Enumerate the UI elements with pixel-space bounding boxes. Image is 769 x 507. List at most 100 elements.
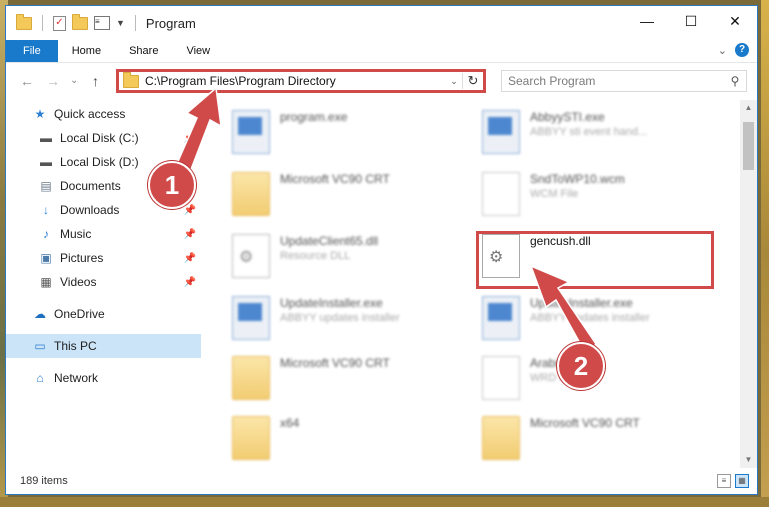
sidebar-item-label: Pictures — [60, 251, 104, 265]
minimize-button[interactable]: — — [625, 6, 669, 36]
customize-icon[interactable]: ≡ — [94, 16, 110, 30]
pin-icon[interactable]: 📌 — [184, 229, 196, 240]
star-icon: ★ — [34, 107, 46, 121]
tab-file[interactable]: File — [6, 40, 58, 62]
folder-icon — [16, 13, 32, 30]
pin-icon[interactable]: 📌 — [184, 133, 196, 144]
scroll-thumb[interactable] — [743, 122, 754, 170]
tab-share[interactable]: Share — [115, 40, 172, 62]
up-arrow-icon[interactable]: ↑ — [92, 73, 99, 89]
search-box[interactable]: Search Program ⚲ — [501, 70, 747, 92]
file-item[interactable]: SndToWP10.wcm WCM File — [482, 172, 625, 216]
sidebar-item-music[interactable]: ♪ Music 📌 — [6, 222, 201, 246]
close-button[interactable]: ✕ — [713, 6, 757, 36]
pin-icon[interactable]: 📌 — [184, 277, 196, 288]
expand-ribbon-icon[interactable]: ⌄ — [718, 44, 727, 57]
search-icon[interactable]: ⚲ — [724, 74, 746, 88]
file-item[interactable]: Microsoft VC90 CRT — [232, 356, 390, 400]
recent-locations-icon[interactable]: ⌄ — [70, 75, 78, 86]
sidebar-item-this-pc[interactable]: ▭ This PC — [6, 334, 201, 358]
sidebar-item-videos[interactable]: ▦ Videos 📌 — [6, 270, 201, 294]
sidebar-item-label: Music — [60, 227, 92, 241]
back-arrow-icon[interactable]: ← — [20, 73, 34, 89]
maximize-button[interactable]: ☐ — [669, 6, 713, 36]
callout-1: 1 — [148, 161, 196, 209]
file-name: Microsoft VC90 CRT — [280, 172, 390, 186]
file-type: ABBYY updates installer — [280, 312, 400, 324]
tab-view[interactable]: View — [172, 40, 224, 62]
address-bar[interactable]: C:\Program Files\Program Directory ⌄ ↻ — [116, 69, 486, 93]
file-name: program.exe — [280, 110, 348, 124]
drive-icon: ▬ — [40, 155, 52, 169]
scroll-up-icon[interactable]: ▲ — [740, 100, 757, 116]
document-file-icon — [482, 356, 520, 400]
quick-access-toolbar: ✓ ≡ ▼ Program — [16, 13, 196, 31]
title-bar: ✓ ≡ ▼ Program — ☐ ✕ — [6, 6, 757, 40]
cloud-icon: ☁ — [34, 307, 46, 321]
file-type: WCM File — [530, 188, 579, 200]
file-name: Microsoft VC90 CRT — [530, 416, 640, 430]
sidebar-item-label: Local Disk (D:) — [60, 155, 139, 169]
file-item[interactable]: ⚙ UpdateClient65.dll Resource DLL — [232, 234, 378, 278]
file-name: UpdateInstaller.exe — [280, 296, 383, 310]
sidebar-item-quick-access[interactable]: ★ Quick access — [6, 102, 201, 126]
folder-icon — [232, 356, 270, 400]
exe-file-icon — [482, 110, 520, 154]
new-folder-icon[interactable] — [72, 13, 88, 30]
view-toggle: ≡ ▦ — [717, 474, 749, 488]
explorer-window: ✓ ≡ ▼ Program — ☐ ✕ File Home Share View… — [5, 5, 758, 495]
exe-file-icon — [232, 296, 270, 340]
properties-check-icon[interactable]: ✓ — [53, 15, 66, 31]
pin-icon[interactable]: 📌 — [184, 253, 196, 264]
sidebar-item-network[interactable]: ⌂ Network — [6, 366, 201, 390]
search-input[interactable]: Search Program — [502, 74, 724, 88]
pictures-icon: ▣ — [40, 251, 52, 265]
file-name: x64 — [280, 416, 300, 430]
file-item[interactable]: UpdateInstaller.exe ABBYY updates install… — [232, 296, 400, 340]
file-item[interactable]: Microsoft VC90 CRT — [232, 172, 390, 216]
folder-icon — [482, 416, 520, 460]
sidebar-item-label: This PC — [54, 339, 97, 353]
refresh-icon[interactable]: ↻ — [462, 73, 483, 89]
help-icon[interactable]: ? — [735, 43, 749, 57]
item-count: 189 items — [20, 475, 68, 487]
chevron-down-icon[interactable]: ▼ — [116, 18, 125, 28]
sidebar-item-onedrive[interactable]: ☁ OneDrive — [6, 302, 201, 326]
forward-arrow-icon[interactable]: → — [46, 73, 60, 89]
file-name: UpdateClient65.dll — [280, 234, 379, 248]
file-item[interactable]: Microsoft VC90 CRT — [482, 416, 640, 460]
sidebar-item-local-disk-c[interactable]: ▬ Local Disk (C:) 📌 — [6, 126, 201, 150]
dll-file-icon: ⚙ — [232, 234, 270, 278]
window-title: Program — [145, 15, 196, 31]
tab-home[interactable]: Home — [58, 40, 115, 62]
toolbar-divider — [42, 15, 43, 31]
desktop-background-right — [761, 0, 769, 507]
file-type: Resource DLL — [280, 250, 351, 262]
folder-icon — [232, 172, 270, 216]
file-item[interactable]: AbbyySTI.exe ABBYY sti event hand... — [482, 110, 647, 154]
file-name: SndToWP10.wcm — [530, 172, 625, 186]
gencush-highlight-box — [476, 231, 714, 289]
tiles-view-icon[interactable]: ▦ — [735, 474, 749, 488]
address-path[interactable]: C:\Program Files\Program Directory — [145, 74, 446, 88]
pin-icon[interactable]: 📌 — [184, 205, 196, 216]
file-item[interactable]: x64 — [232, 416, 299, 460]
details-view-icon[interactable]: ≡ — [717, 474, 731, 488]
computer-icon: ▭ — [34, 339, 46, 353]
address-dropdown-icon[interactable]: ⌄ — [446, 76, 462, 87]
file-item[interactable]: UpdateInstaller.exe ABBYY updates install… — [482, 296, 650, 340]
videos-icon: ▦ — [40, 275, 52, 289]
folder-icon — [123, 71, 139, 88]
window-controls: — ☐ ✕ — [625, 6, 757, 36]
file-name: UpdateInstaller.exe — [530, 296, 633, 310]
file-name: AbbyySTI.exe — [530, 110, 605, 124]
ribbon-tabs: File Home Share View ⌄ ? — [6, 40, 757, 62]
vertical-scrollbar[interactable]: ▲ ▼ — [740, 100, 757, 468]
callout-2: 2 — [557, 342, 605, 390]
file-type: ABBYY sti event hand... — [530, 126, 648, 138]
sidebar-item-pictures[interactable]: ▣ Pictures 📌 — [6, 246, 201, 270]
sidebar-item-label: Downloads — [60, 203, 120, 217]
sidebar-item-label: OneDrive — [54, 307, 105, 321]
scroll-down-icon[interactable]: ▼ — [740, 452, 757, 468]
file-item[interactable]: program.exe — [232, 110, 347, 154]
